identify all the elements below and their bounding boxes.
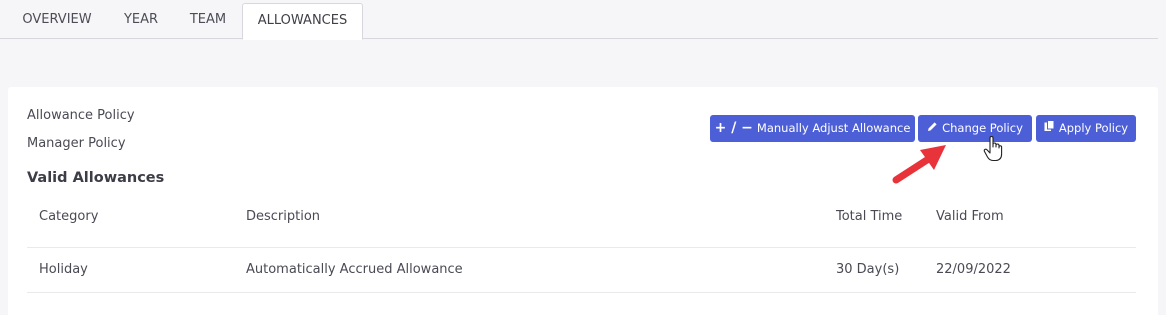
apply-policy-button[interactable]: Apply Policy: [1036, 115, 1136, 142]
tab-overview[interactable]: OVERVIEW: [8, 3, 106, 39]
table-row[interactable]: Holiday Automatically Accrued Allowance …: [27, 248, 1136, 293]
change-policy-label: Change Policy: [942, 121, 1023, 135]
tab-year[interactable]: YEAR: [108, 3, 174, 39]
hand-cursor-icon: [983, 136, 1003, 162]
annotation-arrow-icon: [892, 145, 946, 184]
cell-total-time: 30 Day(s): [836, 262, 900, 277]
tab-allowances[interactable]: ALLOWANCES: [242, 3, 363, 40]
section-title: Valid Allowances: [27, 170, 165, 186]
cell-valid-from: 22/09/2022: [936, 262, 1011, 277]
cell-category: Holiday: [39, 262, 88, 277]
apply-policy-label: Apply Policy: [1058, 121, 1129, 135]
manager-policy-label: Manager Policy: [27, 136, 126, 151]
header-category: Category: [39, 209, 99, 224]
plus-minus-icon: + / −: [714, 120, 753, 136]
allowance-policy-label: Allowance Policy: [27, 108, 135, 123]
header-total-time: Total Time: [836, 209, 903, 224]
copy-icon: [1044, 115, 1055, 142]
header-description: Description: [246, 209, 321, 224]
allowances-card: Allowance Policy Manager Policy + / − Man…: [8, 87, 1158, 315]
manually-adjust-allowance-label: Manually Adjust Allowance: [756, 121, 911, 135]
allowances-table: Category Description Total Time Valid Fr…: [27, 195, 1136, 293]
table-header-row: Category Description Total Time Valid Fr…: [27, 195, 1136, 248]
cell-description: Automatically Accrued Allowance: [246, 262, 463, 277]
tab-team[interactable]: TEAM: [175, 3, 241, 39]
manually-adjust-allowance-button[interactable]: + / − Manually Adjust Allowance: [710, 115, 915, 142]
header-valid-from: Valid From: [936, 209, 1004, 224]
tab-bar: OVERVIEW YEAR TEAM ALLOWANCES: [0, 0, 1158, 40]
